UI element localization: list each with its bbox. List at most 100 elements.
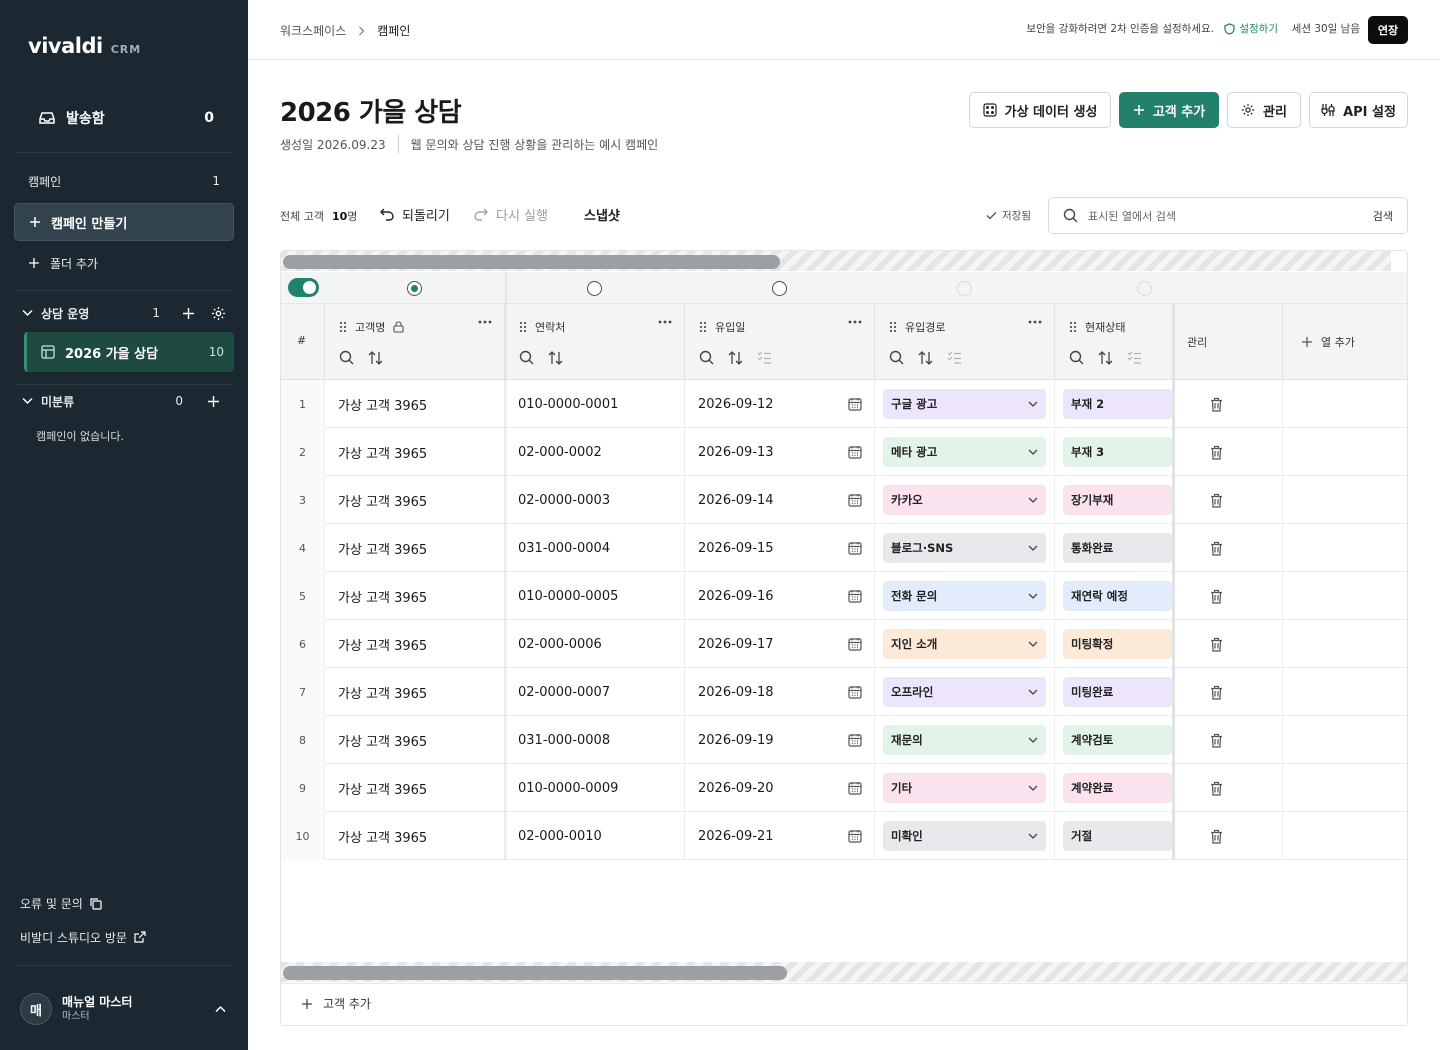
date-cell[interactable]: 2026-09-20 — [685, 764, 875, 812]
phone-cell[interactable]: 02-000-0006 — [505, 620, 685, 668]
add-customer-button[interactable]: 고객 추가 — [1119, 92, 1219, 128]
generate-data-button[interactable]: 가상 데이터 생성 — [969, 92, 1111, 128]
trash-icon[interactable] — [1210, 589, 1223, 604]
phone-cell[interactable]: 02-0000-0007 — [505, 668, 685, 716]
phone-cell[interactable]: 02-000-0002 — [505, 428, 685, 476]
chevron-down-icon[interactable] — [22, 397, 33, 405]
sort-icon[interactable] — [548, 350, 563, 365]
calendar-icon[interactable] — [848, 637, 862, 651]
phone-cell[interactable]: 02-000-0010 — [505, 812, 685, 860]
sort-icon[interactable] — [368, 350, 383, 365]
customer-name-cell[interactable]: 가상 고객 3965 — [325, 716, 505, 764]
trash-icon[interactable] — [1210, 541, 1223, 556]
plus-icon[interactable] — [207, 395, 220, 408]
phone-cell[interactable]: 031-000-0008 — [505, 716, 685, 764]
plus-icon[interactable] — [182, 307, 195, 320]
source-cell[interactable]: 전화 문의 — [875, 572, 1055, 620]
chevron-up-icon[interactable] — [215, 1005, 226, 1013]
scrollbar-thumb[interactable] — [283, 255, 780, 269]
source-select[interactable]: 블로그·SNS — [883, 533, 1046, 563]
trash-icon[interactable] — [1210, 829, 1223, 844]
date-cell[interactable]: 2026-09-18 — [685, 668, 875, 716]
sort-icon[interactable] — [1098, 350, 1113, 365]
filter-list-icon[interactable] — [757, 351, 772, 364]
user-menu[interactable]: 매 매뉴얼 마스터 마스터 — [20, 990, 230, 1028]
column-radio[interactable] — [957, 281, 972, 296]
status-select[interactable]: 통화완료 — [1063, 533, 1172, 563]
status-select[interactable]: 장기부재 — [1063, 485, 1172, 515]
calendar-icon[interactable] — [848, 733, 862, 747]
phone-cell[interactable]: 031-000-0004 — [505, 524, 685, 572]
source-cell[interactable]: 지인 소개 — [875, 620, 1055, 668]
trash-icon[interactable] — [1210, 781, 1223, 796]
customer-name-cell[interactable]: 가상 고객 3965 — [325, 428, 505, 476]
column-radio[interactable] — [407, 281, 422, 296]
breadcrumb-workspace[interactable]: 워크스페이스 — [280, 22, 346, 39]
more-icon[interactable] — [1028, 320, 1042, 324]
scrollbar-thumb[interactable] — [283, 966, 787, 980]
source-select[interactable]: 재문의 — [883, 725, 1046, 755]
source-select[interactable]: 구글 광고 — [883, 389, 1046, 419]
visit-studio-link[interactable]: 비발디 스튜디오 방문 — [20, 929, 146, 946]
search-icon[interactable] — [699, 350, 714, 365]
column-radio[interactable] — [772, 281, 787, 296]
trash-icon[interactable] — [1210, 397, 1223, 412]
source-cell[interactable]: 블로그·SNS — [875, 524, 1055, 572]
trash-icon[interactable] — [1210, 637, 1223, 652]
breadcrumb-campaign[interactable]: 캠페인 — [377, 22, 410, 39]
customer-name-cell[interactable]: 가상 고객 3965 — [325, 524, 505, 572]
calendar-icon[interactable] — [848, 541, 862, 555]
drag-handle-icon[interactable] — [519, 321, 527, 333]
source-cell[interactable]: 오프라인 — [875, 668, 1055, 716]
more-icon[interactable] — [658, 320, 672, 324]
status-select[interactable]: 미팅확정 — [1063, 629, 1172, 659]
scrollbar-bottom[interactable] — [281, 962, 1407, 982]
search-icon[interactable] — [1069, 350, 1084, 365]
trash-icon[interactable] — [1210, 493, 1223, 508]
customer-name-cell[interactable]: 가상 고객 3965 — [325, 620, 505, 668]
col-header-phone[interactable]: 연락처 — [505, 304, 685, 380]
date-cell[interactable]: 2026-09-16 — [685, 572, 875, 620]
source-cell[interactable]: 카카오 — [875, 476, 1055, 524]
trash-icon[interactable] — [1210, 733, 1223, 748]
status-cell[interactable]: 재연락 예정 — [1055, 572, 1175, 620]
date-cell[interactable]: 2026-09-17 — [685, 620, 875, 668]
status-cell[interactable]: 미팅완료 — [1055, 668, 1175, 716]
col-header-name[interactable]: 고객명 — [325, 304, 505, 380]
column-radio[interactable] — [587, 281, 602, 296]
status-cell[interactable]: 거절 — [1055, 812, 1175, 860]
source-cell[interactable]: 메타 광고 — [875, 428, 1055, 476]
undo-button[interactable]: 되돌리기 — [380, 205, 450, 224]
source-cell[interactable]: 구글 광고 — [875, 380, 1055, 428]
status-select[interactable]: 부재 2 — [1063, 389, 1172, 419]
source-select[interactable]: 오프라인 — [883, 677, 1046, 707]
source-select[interactable]: 전화 문의 — [883, 581, 1046, 611]
snapshot-button[interactable]: 스냅샷 — [584, 205, 620, 224]
source-cell[interactable]: 기타 — [875, 764, 1055, 812]
inbox-item[interactable]: 발송함 0 — [38, 104, 214, 132]
calendar-icon[interactable] — [848, 445, 862, 459]
date-cell[interactable]: 2026-09-14 — [685, 476, 875, 524]
add-column-button[interactable]: 열 추가 — [1283, 304, 1407, 380]
customer-name-cell[interactable]: 가상 고객 3965 — [325, 476, 505, 524]
status-cell[interactable]: 계약완료 — [1055, 764, 1175, 812]
add-folder-button[interactable]: 폴더 추가 — [14, 252, 234, 274]
search-icon[interactable] — [889, 350, 904, 365]
group-consulting[interactable]: 상담 운영 1 — [14, 302, 234, 324]
customer-name-cell[interactable]: 가상 고객 3965 — [325, 572, 505, 620]
report-issue-link[interactable]: 오류 및 문의 — [20, 895, 102, 912]
status-select[interactable]: 계약검토 — [1063, 725, 1172, 755]
customer-name-cell[interactable]: 가상 고객 3965 — [325, 668, 505, 716]
search-icon[interactable] — [339, 350, 354, 365]
date-cell[interactable]: 2026-09-13 — [685, 428, 875, 476]
col-header-date[interactable]: 유입일 — [685, 304, 875, 380]
status-select[interactable]: 부재 3 — [1063, 437, 1172, 467]
create-campaign-button[interactable]: 캠페인 만들기 — [14, 203, 234, 241]
phone-cell[interactable]: 010-0000-0009 — [505, 764, 685, 812]
search-box[interactable]: 표시된 열에서 검색 검색 — [1048, 197, 1408, 234]
sort-icon[interactable] — [728, 350, 743, 365]
column-radio[interactable] — [1137, 281, 1152, 296]
status-select[interactable]: 재연락 예정 — [1063, 581, 1172, 611]
manage-button[interactable]: 관리 — [1227, 92, 1301, 128]
scrollbar-top[interactable] — [281, 251, 1407, 271]
